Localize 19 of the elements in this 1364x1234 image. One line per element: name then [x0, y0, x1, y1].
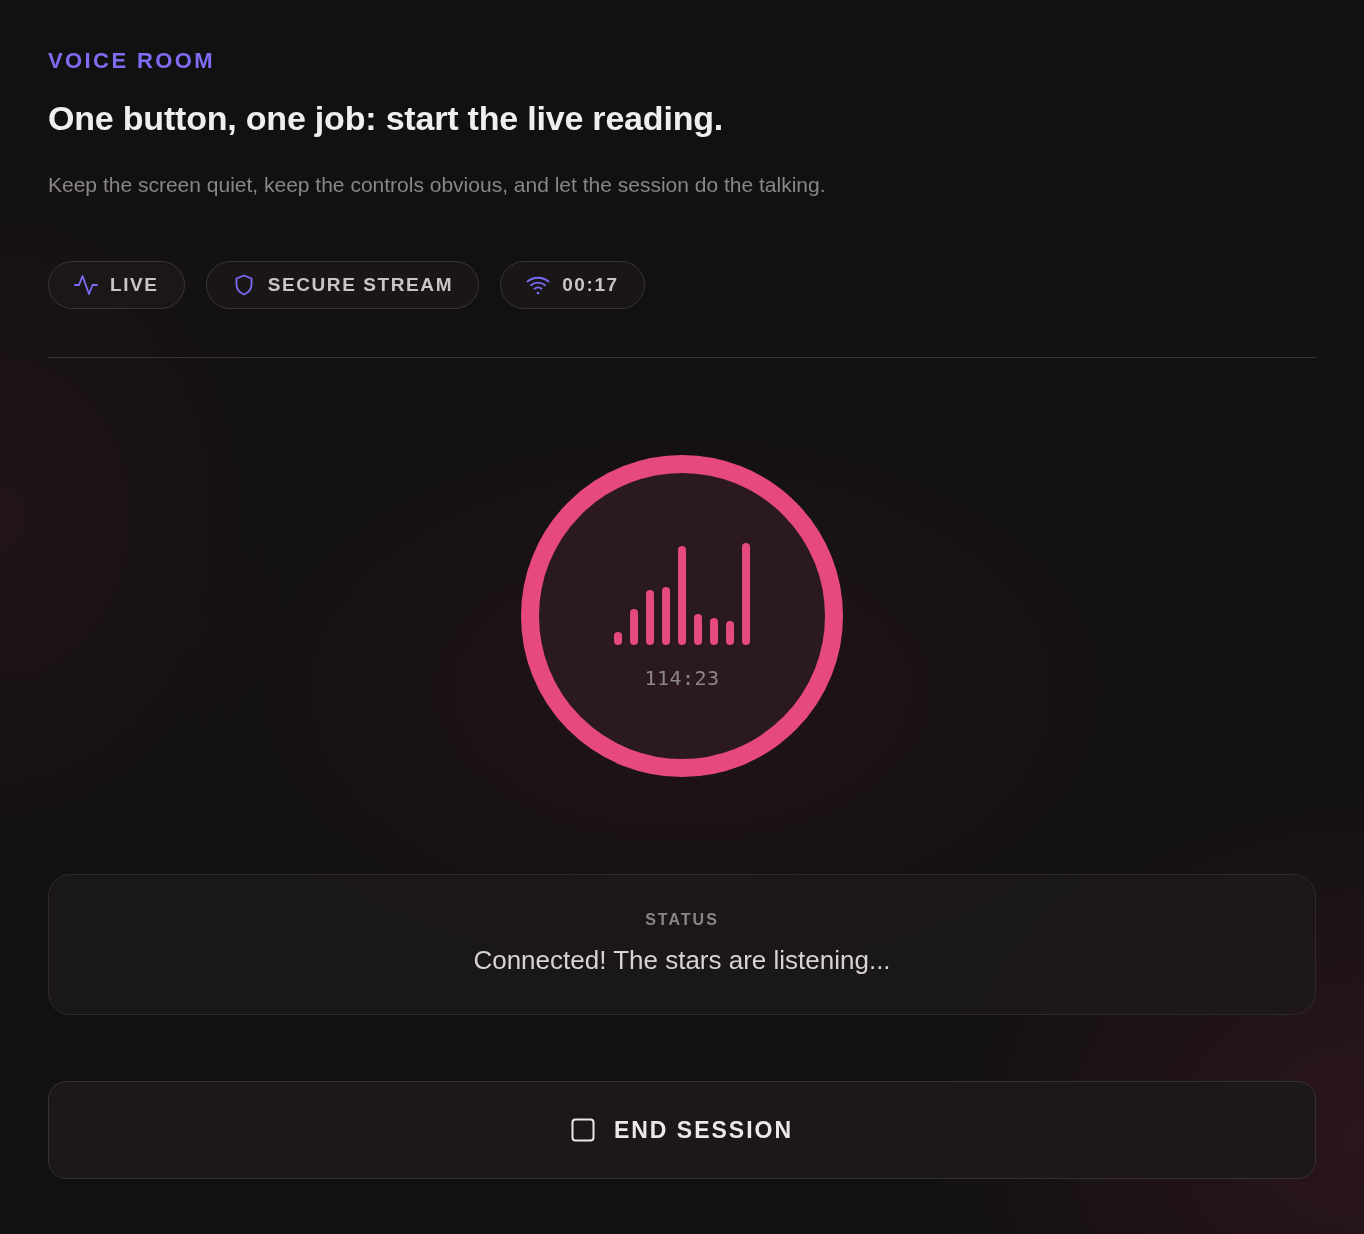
page-subtitle: Keep the screen quiet, keep the controls obvious, and let the session do the talking.: [48, 172, 827, 197]
chip-label: LIVE: [110, 272, 159, 297]
end-session-button[interactable]: END SESSION: [48, 1081, 1316, 1179]
waveform-bar: [726, 620, 734, 645]
chip-label: 00:17: [562, 272, 619, 297]
stop-icon: [570, 1118, 595, 1142]
waveform-bar: [646, 589, 654, 645]
waveform-bar: [710, 617, 718, 645]
record-button[interactable]: 114:23: [521, 455, 843, 777]
status-message: Connected! The stars are listening...: [472, 944, 892, 976]
waveform-bar: [694, 613, 702, 645]
status-heading: STATUS: [644, 910, 720, 930]
waveform-bar: [630, 608, 638, 645]
page-title: One button, one job: start the live reading.: [48, 98, 725, 139]
chip-label: SECURE STREAM: [267, 272, 454, 297]
waveform-bar: [662, 586, 670, 645]
pulse-icon: [74, 273, 98, 297]
waveform-bar: [614, 631, 622, 645]
eyebrow-label: VOICE ROOM: [48, 48, 216, 74]
